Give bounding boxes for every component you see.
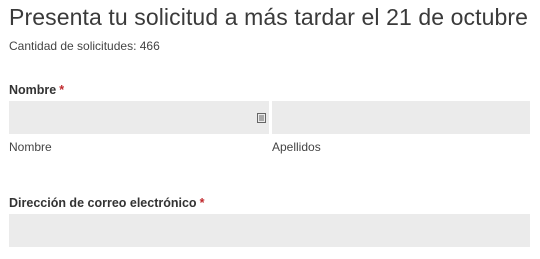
- first-name-sublabel: Nombre: [9, 140, 52, 154]
- last-name-input[interactable]: [272, 101, 530, 134]
- required-asterisk: *: [199, 196, 205, 210]
- email-input[interactable]: [9, 214, 530, 247]
- required-asterisk: *: [59, 83, 65, 97]
- first-name-input[interactable]: [9, 101, 269, 134]
- email-label-text: Dirección de correo electrónico: [9, 196, 197, 210]
- form-title: Presenta tu solicitud a más tardar el 21…: [9, 4, 529, 30]
- name-label-text: Nombre: [9, 83, 57, 97]
- submission-count: Cantidad de solicitudes: 466: [9, 39, 160, 53]
- contact-card-icon[interactable]: [257, 113, 266, 123]
- name-field-label: Nombre *: [9, 83, 64, 97]
- email-field-label: Dirección de correo electrónico *: [9, 196, 204, 210]
- last-name-sublabel: Apellidos: [272, 140, 321, 154]
